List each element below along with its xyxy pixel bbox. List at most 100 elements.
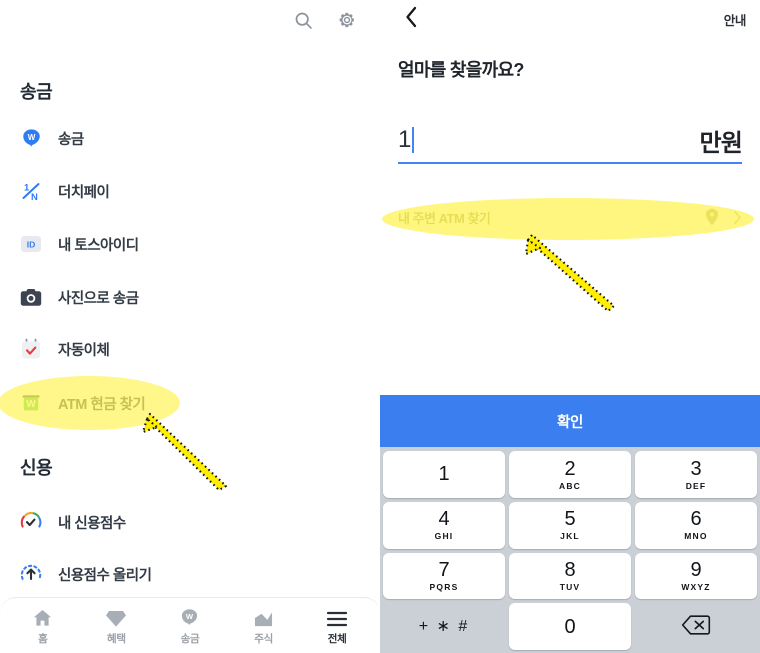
nav-item-transfer[interactable]: W 송금 — [159, 606, 221, 646]
menu-item-my-toss-id[interactable]: ID 내 토스아이디 — [18, 227, 348, 261]
svg-text:N: N — [31, 192, 38, 203]
key-digit: 6 — [690, 508, 702, 531]
menu-item-auto-transfer[interactable]: 자동이체 — [18, 332, 348, 366]
key-0[interactable]: 0 — [509, 603, 631, 650]
app-screenshot: 송금 W 송금 1 N 더치페이 ID 내 토스아이디 사진으로 송금 자동이체… — [0, 0, 760, 653]
home-icon — [32, 606, 53, 628]
key-digit: 7 — [438, 559, 450, 582]
calendar-check-icon — [18, 336, 44, 362]
key-letters: PQRS — [429, 582, 459, 593]
page-title: 얼마를 찾을까요? — [398, 60, 524, 80]
key-letters: ABC — [558, 480, 581, 491]
key-digit: 5 — [564, 508, 576, 531]
svg-text:1: 1 — [24, 183, 30, 194]
key-letters: MNO — [684, 531, 708, 542]
left-menu-panel: 송금 W 송금 1 N 더치페이 ID 내 토스아이디 사진으로 송금 자동이체… — [0, 0, 380, 653]
confirm-button[interactable]: 확인 — [380, 395, 760, 447]
menu-item-atm-cash-withdraw[interactable]: W ATM 현금 찾기 — [18, 386, 348, 420]
key-letters: GHI — [434, 531, 454, 542]
chevron-right-icon — [733, 210, 742, 225]
stock-chart-icon — [253, 606, 274, 628]
nav-item-label: 전체 — [327, 632, 347, 645]
menu-item-label: ATM 현금 찾기 — [58, 396, 146, 413]
key-digit: 0 — [564, 615, 576, 638]
amount-value-wrap: 1 — [398, 126, 414, 154]
key-symbols[interactable]: + ∗ # — [383, 603, 505, 650]
nav-item-label: 혜택 — [107, 632, 126, 645]
credit-gauge-icon — [18, 509, 44, 535]
key-5[interactable]: 5 JKL — [509, 501, 631, 549]
menu-item-label: 더치페이 — [58, 184, 110, 201]
menu-item-label: 내 토스아이디 — [58, 237, 139, 254]
diamond-icon — [105, 606, 127, 628]
menu-item-raise-credit-score[interactable]: 신용점수 올리기 — [18, 557, 348, 591]
nav-item-label: 송금 — [180, 632, 200, 645]
svg-text:W: W — [186, 612, 194, 621]
key-6[interactable]: 6 MNO — [635, 501, 757, 549]
menu-item-send-by-photo[interactable]: 사진으로 송금 — [18, 280, 348, 314]
nav-item-stocks[interactable]: 주식 — [233, 606, 295, 646]
atm-cash-icon: W — [18, 390, 44, 416]
back-button[interactable] — [396, 4, 426, 34]
gear-icon[interactable] — [333, 6, 361, 34]
find-nearby-atm-label: 내 주변 ATM 찾기 — [398, 210, 491, 226]
nav-item-home[interactable]: 홈 — [12, 606, 74, 646]
key-digit: 8 — [564, 559, 576, 582]
left-topbar — [0, 0, 380, 40]
key-digit: 4 — [438, 508, 450, 531]
key-7[interactable]: 7 PQRS — [383, 552, 505, 600]
svg-text:W: W — [26, 399, 36, 410]
amount-unit-label: 만원 — [699, 129, 742, 157]
one-over-n-icon: 1 N — [18, 178, 44, 204]
key-backspace[interactable] — [635, 603, 757, 650]
menu-item-label: 신용점수 올리기 — [58, 567, 152, 584]
menu-item-my-credit-score[interactable]: 내 신용점수 — [18, 505, 348, 539]
key-4[interactable]: 4 GHI — [383, 501, 505, 549]
menu-item-label: 사진으로 송금 — [58, 290, 139, 307]
toss-send-won-icon: W — [18, 125, 44, 151]
key-symbols-label: + ∗ # — [418, 617, 470, 635]
menu-item-songgeum[interactable]: W 송금 — [18, 121, 348, 155]
numeric-keypad: 확인 1 2 ABC 3 DEF 4 GHI 5 JKL 6 MNO 7 PQR… — [380, 395, 760, 653]
chevron-left-icon — [405, 6, 418, 33]
key-letters: WXYZ — [681, 582, 711, 593]
key-letters: JKL — [560, 531, 580, 542]
key-digit: 9 — [690, 559, 702, 582]
guide-button[interactable]: 안내 — [724, 10, 747, 29]
key-9[interactable]: 9 WXYZ — [635, 552, 757, 600]
menu-item-label: 내 신용점수 — [58, 515, 126, 532]
key-letters: DEF — [685, 480, 707, 491]
amount-input-value: 1 — [398, 126, 411, 153]
find-nearby-atm-row[interactable]: 내 주변 ATM 찾기 — [398, 203, 742, 231]
key-digit: 2 — [564, 457, 576, 480]
keypad-grid: 1 2 ABC 3 DEF 4 GHI 5 JKL 6 MNO 7 PQRS 8… — [380, 447, 760, 653]
nav-item-benefits[interactable]: 혜택 — [85, 606, 147, 646]
key-digit: 3 — [690, 457, 702, 480]
won-circle-icon: W — [179, 606, 200, 628]
menu-item-dutchpay[interactable]: 1 N 더치페이 — [18, 174, 348, 208]
bottom-navigation-bar: 홈 혜택 W 송금 주식 전체 — [0, 597, 380, 653]
score-up-arrow-icon — [18, 561, 44, 587]
location-pin-icon — [703, 208, 721, 226]
nav-item-label: 주식 — [254, 632, 273, 645]
key-letters: TUV — [559, 582, 581, 593]
key-2[interactable]: 2 ABC — [509, 451, 631, 498]
text-caret — [411, 127, 414, 153]
search-icon[interactable] — [289, 6, 317, 34]
id-badge-icon: ID — [18, 231, 44, 257]
menu-item-label: 자동이체 — [58, 342, 110, 359]
section-header-sinyong: 신용 — [20, 458, 53, 478]
key-1[interactable]: 1 — [383, 451, 505, 498]
nav-item-all[interactable]: 전체 — [306, 606, 368, 646]
amount-input-field[interactable]: 1 만원 — [398, 118, 743, 164]
nav-item-label: 홈 — [38, 632, 48, 645]
backspace-icon — [681, 614, 711, 640]
confirm-button-label: 확인 — [557, 414, 583, 431]
section-header-songgeum: 송금 — [20, 82, 53, 102]
camera-icon — [18, 284, 44, 310]
key-8[interactable]: 8 TUV — [509, 552, 631, 600]
hamburger-menu-icon — [326, 606, 348, 628]
svg-text:ID: ID — [27, 239, 36, 249]
menu-item-label: 송금 — [58, 131, 84, 148]
key-3[interactable]: 3 DEF — [635, 451, 757, 498]
